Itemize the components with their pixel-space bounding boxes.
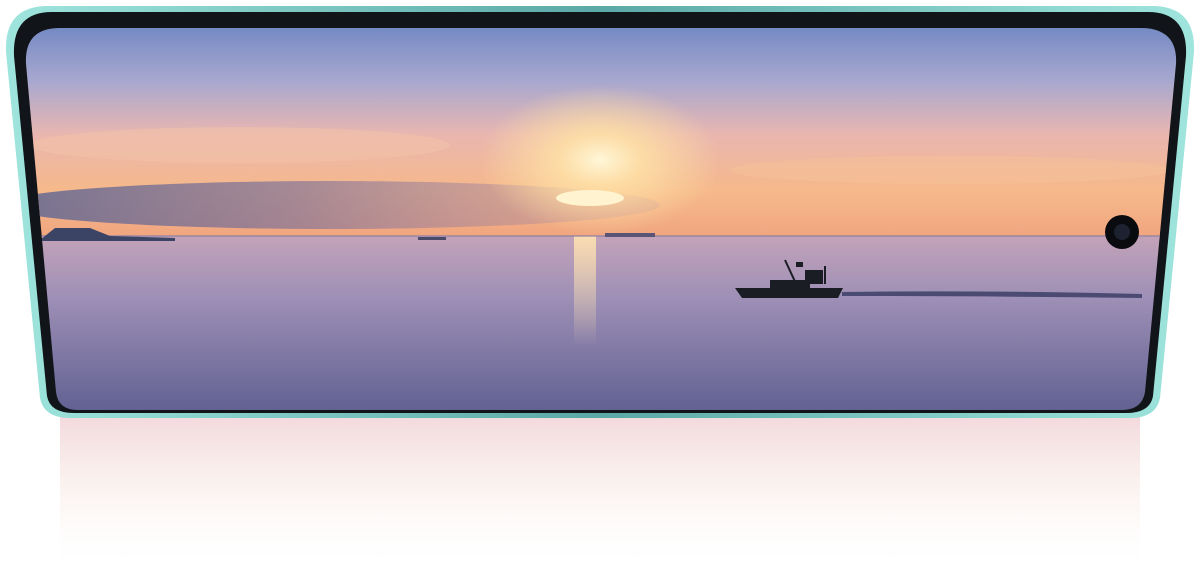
distant-island-small [418,237,446,240]
scene [0,0,1200,576]
screen [25,28,1177,410]
sea [25,236,1177,410]
horizon [25,235,1177,237]
phone-sunset-illustration [5,6,1195,572]
cloud-right [730,156,1170,184]
sun [556,190,624,206]
sun-reflection [574,236,596,346]
cloud-upper [30,127,450,163]
front-camera-lens [1114,224,1130,240]
distant-island-mid [605,233,655,237]
sun-glow [480,85,720,235]
reflection [60,412,1140,572]
